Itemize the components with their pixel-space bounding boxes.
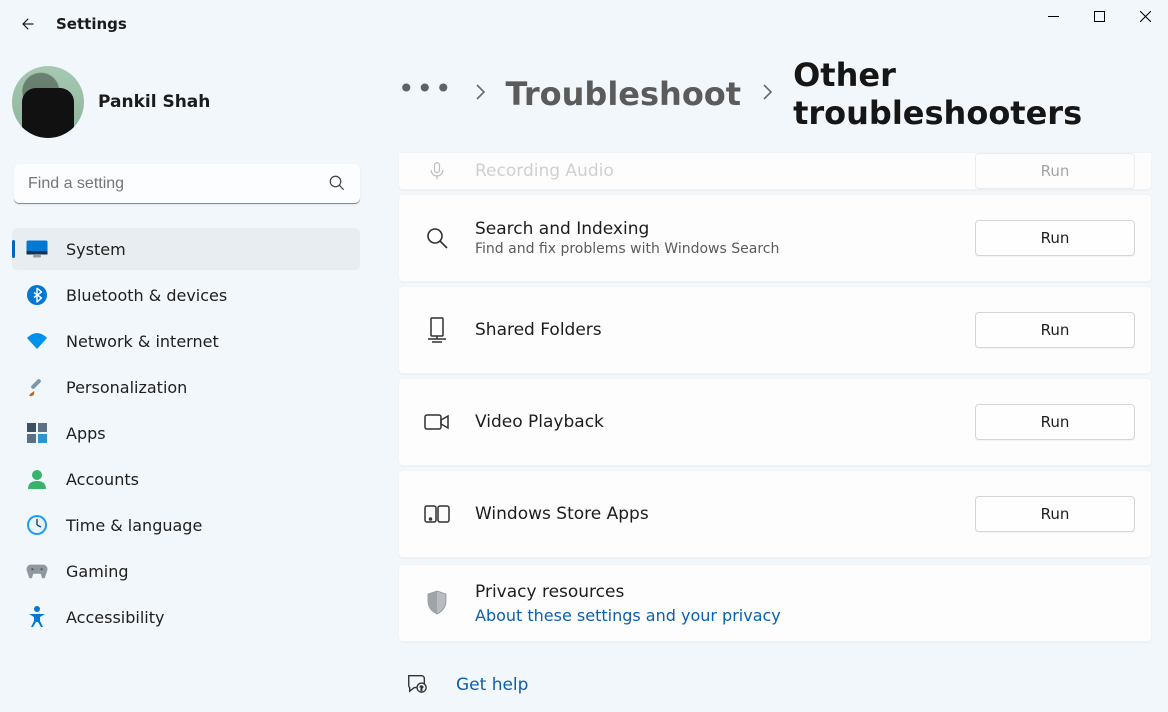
maximize-button[interactable] bbox=[1076, 0, 1122, 32]
troubleshooter-title: Search and Indexing bbox=[475, 219, 975, 239]
run-button[interactable]: Run bbox=[975, 496, 1135, 532]
window-title: Settings bbox=[56, 15, 127, 33]
profile-name: Pankil Shah bbox=[98, 92, 210, 112]
minimize-button[interactable] bbox=[1030, 0, 1076, 32]
clock-icon bbox=[26, 514, 48, 536]
shield-icon bbox=[423, 590, 451, 616]
chevron-right-icon bbox=[761, 83, 773, 105]
sidebar-item-network[interactable]: Network & internet bbox=[12, 320, 360, 362]
sidebar-item-label: Gaming bbox=[66, 562, 129, 581]
sidebar-item-label: Accounts bbox=[66, 470, 139, 489]
sidebar-item-gaming[interactable]: Gaming bbox=[12, 550, 360, 592]
troubleshooter-card-windows-store-apps: Windows Store Apps Run bbox=[398, 470, 1152, 558]
wifi-icon bbox=[26, 330, 48, 352]
sidebar-item-apps[interactable]: Apps bbox=[12, 412, 360, 454]
avatar bbox=[12, 66, 84, 138]
svg-text:?: ? bbox=[420, 684, 423, 692]
bluetooth-icon bbox=[26, 284, 48, 306]
sidebar-item-label: Apps bbox=[66, 424, 106, 443]
troubleshooter-card-video-playback: Video Playback Run bbox=[398, 378, 1152, 466]
troubleshooter-card-search-indexing: Search and Indexing Find and fix problem… bbox=[398, 194, 1152, 282]
sidebar-item-accessibility[interactable]: Accessibility bbox=[12, 596, 360, 638]
shared-folder-icon bbox=[423, 317, 451, 343]
breadcrumb: ••• Troubleshoot Other troubleshooters bbox=[398, 56, 1152, 132]
run-button[interactable]: Run bbox=[975, 312, 1135, 348]
troubleshooter-subtitle: Find and fix problems with Windows Searc… bbox=[475, 241, 975, 257]
chevron-right-icon bbox=[474, 83, 486, 105]
sidebar-item-label: Accessibility bbox=[66, 608, 164, 627]
troubleshooter-title: Recording Audio bbox=[475, 161, 975, 181]
sidebar-item-label: Network & internet bbox=[66, 332, 219, 351]
privacy-link[interactable]: About these settings and your privacy bbox=[475, 606, 1135, 625]
microphone-icon bbox=[423, 161, 451, 181]
back-button[interactable] bbox=[16, 14, 36, 34]
store-apps-icon bbox=[423, 504, 451, 524]
sidebar-item-label: Personalization bbox=[66, 378, 187, 397]
search-icon bbox=[423, 226, 451, 250]
person-icon bbox=[26, 468, 48, 490]
brush-icon bbox=[26, 376, 48, 398]
sidebar-item-bluetooth[interactable]: Bluetooth & devices bbox=[12, 274, 360, 316]
breadcrumb-overflow[interactable]: ••• bbox=[398, 72, 454, 105]
search-input[interactable] bbox=[14, 164, 360, 204]
profile-block[interactable]: Pankil Shah bbox=[12, 66, 360, 138]
troubleshooter-title: Windows Store Apps bbox=[475, 504, 975, 524]
gamepad-icon bbox=[26, 560, 48, 582]
run-button[interactable]: Run bbox=[975, 404, 1135, 440]
sidebar-item-system[interactable]: System bbox=[12, 228, 360, 270]
privacy-title: Privacy resources bbox=[475, 582, 1135, 602]
run-button[interactable]: Run bbox=[975, 153, 1135, 189]
run-button[interactable]: Run bbox=[975, 220, 1135, 256]
sidebar-item-time-language[interactable]: Time & language bbox=[12, 504, 360, 546]
accessibility-icon bbox=[26, 606, 48, 628]
get-help-link[interactable]: Get help bbox=[456, 675, 528, 695]
troubleshooter-title: Video Playback bbox=[475, 412, 975, 432]
apps-icon bbox=[26, 422, 48, 444]
troubleshooter-title: Shared Folders bbox=[475, 320, 975, 340]
help-icon: ? bbox=[406, 672, 428, 698]
sidebar-item-label: System bbox=[66, 240, 126, 259]
sidebar-item-accounts[interactable]: Accounts bbox=[12, 458, 360, 500]
privacy-resources-card: Privacy resources About these settings a… bbox=[398, 564, 1152, 642]
close-button[interactable] bbox=[1122, 0, 1168, 32]
troubleshooter-card-recording-audio: Recording Audio Run bbox=[398, 152, 1152, 190]
sidebar-item-personalization[interactable]: Personalization bbox=[12, 366, 360, 408]
page-title: Other troubleshooters bbox=[793, 56, 1152, 132]
breadcrumb-parent[interactable]: Troubleshoot bbox=[506, 75, 742, 113]
troubleshooter-card-shared-folders: Shared Folders Run bbox=[398, 286, 1152, 374]
sidebar-item-label: Bluetooth & devices bbox=[66, 286, 227, 305]
search-icon bbox=[328, 174, 346, 196]
video-icon bbox=[423, 412, 451, 432]
sidebar-item-label: Time & language bbox=[66, 516, 202, 535]
system-icon bbox=[26, 238, 48, 260]
